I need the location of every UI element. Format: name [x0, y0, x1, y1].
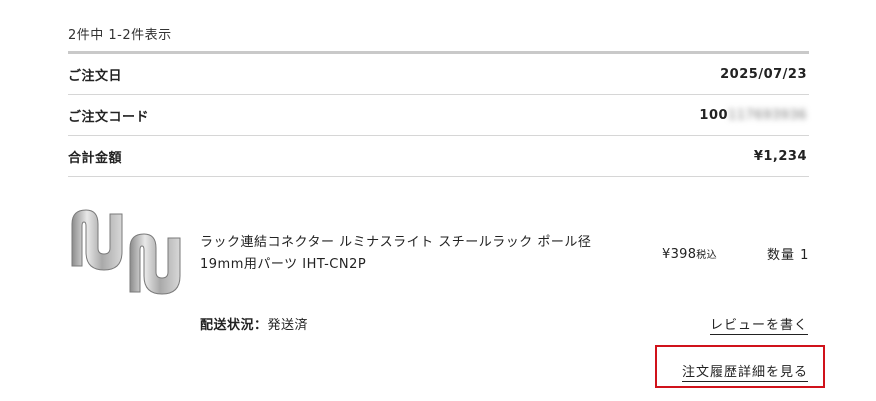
- write-review-link[interactable]: レビューを書く: [709, 314, 808, 335]
- order-date-label: ご注文日: [68, 68, 123, 84]
- shipping-label: 配送状況：: [200, 318, 268, 333]
- shipping-status: 配送状況：発送済: [200, 314, 308, 333]
- shipping-value: 発送済: [267, 318, 309, 333]
- product-name[interactable]: ラック連結コネクター ルミナスライト スチールラック ポール径19mm用パーツ …: [200, 232, 620, 276]
- order-total-label: 合計金額: [68, 150, 123, 166]
- result-count: 2件中 1-2件表示: [68, 28, 172, 43]
- order-summary: ご注文日 2025/07/23 ご注文コード 100117693936 合計金額…: [68, 51, 809, 177]
- item-price: ¥398税込: [662, 246, 717, 262]
- order-total-row: 合計金額 ¥1,234: [68, 136, 809, 177]
- order-date-row: ご注文日 2025/07/23: [68, 54, 809, 95]
- order-code-row: ご注文コード 100117693936: [68, 95, 809, 136]
- order-total-value: ¥1,234: [753, 148, 807, 164]
- order-date-value: 2025/07/23: [720, 66, 807, 82]
- order-code-label: ご注文コード: [68, 109, 150, 125]
- order-code-value: 100117693936: [699, 108, 809, 123]
- order-code-blurred: 117693936: [728, 107, 807, 123]
- item-price-value: ¥398: [662, 247, 697, 262]
- item-tax-note: 税込: [696, 250, 717, 261]
- item-quantity: 数量 1: [767, 248, 810, 263]
- product-connector-image[interactable]: [64, 204, 194, 300]
- order-code-visible: 100: [699, 107, 729, 123]
- order-detail-link[interactable]: 注文履歴詳細を見る: [681, 361, 808, 382]
